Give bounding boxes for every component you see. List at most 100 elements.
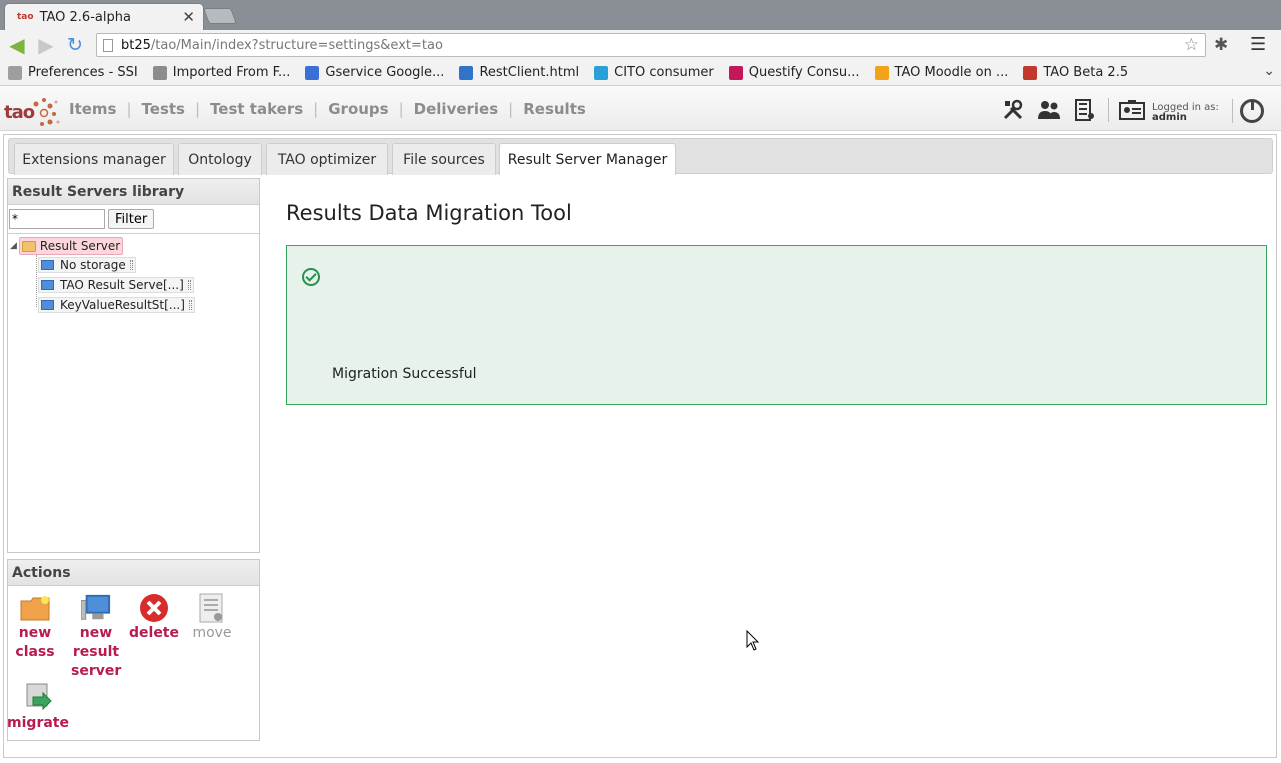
folder-icon [21, 240, 36, 252]
bookmark-item[interactable]: Questify Consu... [728, 65, 860, 80]
migrate-label: migrate [7, 715, 69, 731]
tab-extensions-manager[interactable]: Extensions manager [14, 143, 174, 175]
bookmark-favicon-icon [152, 65, 167, 80]
result-servers-library: Result Servers library Filter ◢ Result S… [7, 178, 260, 553]
nav-item-results[interactable]: Results [523, 100, 586, 118]
new-tab-button[interactable] [203, 8, 237, 24]
tree-root[interactable]: ◢ Result Server [10, 237, 124, 255]
browser-toolbar: ◀ ▶ ↻ bt25/tao/Main/index?structure=sett… [0, 30, 1281, 60]
migrate-button[interactable]: migrate [7, 683, 69, 733]
tab-tao-optimizer[interactable]: TAO optimizer [266, 143, 388, 175]
main-frame: Extensions manager Ontology TAO optimize… [3, 134, 1277, 758]
tree-item-keyvalue-result-storage[interactable]: KeyValueResultSt[...] [38, 297, 195, 313]
delete-button[interactable]: delete [126, 594, 182, 643]
logout-power-icon[interactable] [1240, 99, 1264, 123]
nav-item-test-takers[interactable]: Test takers [210, 100, 303, 118]
extension-icon[interactable]: ✱ [1214, 35, 1228, 55]
tree-divider [8, 233, 259, 234]
bookmark-label: RestClient.html [479, 65, 580, 80]
header-divider [1232, 99, 1233, 123]
nav-separator: | [508, 100, 514, 118]
main-nav: Items | Tests | Test takers | Groups | Deliverie… [69, 100, 586, 118]
back-arrow-icon[interactable]: ◀ [5, 33, 29, 57]
bookmark-favicon-icon [594, 65, 609, 80]
bookmark-item[interactable]: CITO consumer [594, 65, 714, 80]
migrate-icon [23, 683, 53, 712]
settings-tools-icon[interactable] [1000, 98, 1026, 122]
tao-logo[interactable]: tao [4, 94, 60, 126]
tree-connector [36, 255, 37, 307]
nav-item-tests[interactable]: Tests [142, 100, 185, 118]
bookmark-item[interactable]: Imported From F... [152, 65, 291, 80]
move-icon [197, 593, 227, 623]
logged-in-user: admin [1152, 112, 1187, 123]
tree-root-node[interactable]: Result Server [18, 237, 124, 255]
drag-handle-icon[interactable] [187, 280, 191, 290]
tree-item-no-storage[interactable]: No storage [38, 257, 136, 273]
tao-favicon-icon: tao [17, 12, 34, 22]
bookmark-favicon-icon [874, 65, 889, 80]
header-tools [1000, 98, 1155, 122]
new-class-label: new class [15, 625, 55, 660]
success-feedback: Migration Successful [286, 245, 1267, 405]
nav-separator: | [126, 100, 132, 118]
reload-icon[interactable]: ↻ [63, 33, 87, 57]
tab-result-server-manager[interactable]: Result Server Manager [499, 143, 676, 175]
bookmarks-overflow-chevron-icon[interactable]: ⌄ [1263, 63, 1275, 79]
nav-item-deliveries[interactable]: Deliveries [414, 100, 499, 118]
bookmark-item[interactable]: TAO Moodle on ... [874, 65, 1009, 80]
browser-tab[interactable]: tao TAO 2.6-alpha ✕ [4, 3, 204, 30]
close-tab-icon[interactable]: ✕ [182, 8, 195, 26]
bookmark-item[interactable]: Preferences - SSI [8, 65, 138, 80]
expand-arrow-icon[interactable]: ◢ [10, 241, 17, 251]
bookmark-label: Questify Consu... [748, 65, 860, 80]
bookmark-label: Preferences - SSI [28, 65, 138, 80]
bookmark-item[interactable]: TAO Beta 2.5 [1023, 65, 1128, 80]
media-manager-icon[interactable] [1072, 98, 1098, 122]
bookmark-label: CITO consumer [614, 65, 714, 80]
bookmark-favicon-icon [728, 65, 743, 80]
bookmark-item[interactable]: Gservice Google... [305, 65, 444, 80]
bookmark-favicon-icon [459, 65, 474, 80]
nav-separator: | [398, 100, 404, 118]
library-title: Result Servers library [8, 179, 259, 205]
tab-file-sources[interactable]: File sources [392, 143, 496, 175]
nav-separator: | [313, 100, 319, 118]
bookmark-label: TAO Beta 2.5 [1043, 65, 1129, 80]
new-computer-icon [81, 594, 111, 622]
address-bar[interactable]: bt25/tao/Main/index?structure=settings&e… [96, 33, 1206, 57]
menu-icon[interactable]: ☰ [1250, 34, 1266, 55]
tao-logo-text: tao [4, 102, 35, 123]
new-result-server-button[interactable]: new result server [68, 594, 124, 681]
drag-handle-icon[interactable] [129, 260, 133, 270]
bookmark-star-icon[interactable]: ☆ [1184, 35, 1199, 55]
filter-input[interactable] [9, 209, 105, 229]
bookmark-favicon-icon [305, 65, 320, 80]
computer-icon [41, 300, 54, 310]
bookmark-item[interactable]: RestClient.html [459, 65, 579, 80]
delete-icon [139, 594, 169, 622]
bookmark-favicon-icon [1023, 65, 1038, 80]
move-button[interactable]: move [184, 593, 240, 643]
nav-separator: | [195, 100, 201, 118]
forward-arrow-icon[interactable]: ▶ [34, 33, 58, 57]
bookmark-favicon-icon [8, 65, 22, 80]
drag-handle-icon[interactable] [188, 300, 192, 310]
tree-item-label: KeyValueResultSt[...] [60, 298, 185, 312]
computer-icon [41, 280, 54, 290]
user-card-icon[interactable] [1119, 98, 1145, 122]
bookmark-label: Imported From F... [172, 65, 291, 80]
tree-root-label: Result Server [39, 239, 121, 253]
bookmark-label: TAO Moodle on ... [894, 65, 1009, 80]
users-icon[interactable] [1036, 98, 1062, 122]
actions-panel: Actions new class new result server dele… [7, 559, 260, 741]
tab-ontology[interactable]: Ontology [178, 143, 262, 175]
check-circle-icon [302, 268, 320, 286]
tree-item-tao-result-server[interactable]: TAO Result Serve[...] [38, 277, 194, 293]
nav-item-groups[interactable]: Groups [328, 100, 388, 118]
url-path: /tao/Main/index?structure=settings&ext=t… [150, 37, 443, 53]
filter-button[interactable]: Filter [108, 209, 155, 229]
new-class-button[interactable]: new class [10, 594, 60, 662]
nav-item-items[interactable]: Items [69, 100, 116, 118]
settings-tabs: Extensions manager Ontology TAO optimize… [8, 138, 1273, 175]
